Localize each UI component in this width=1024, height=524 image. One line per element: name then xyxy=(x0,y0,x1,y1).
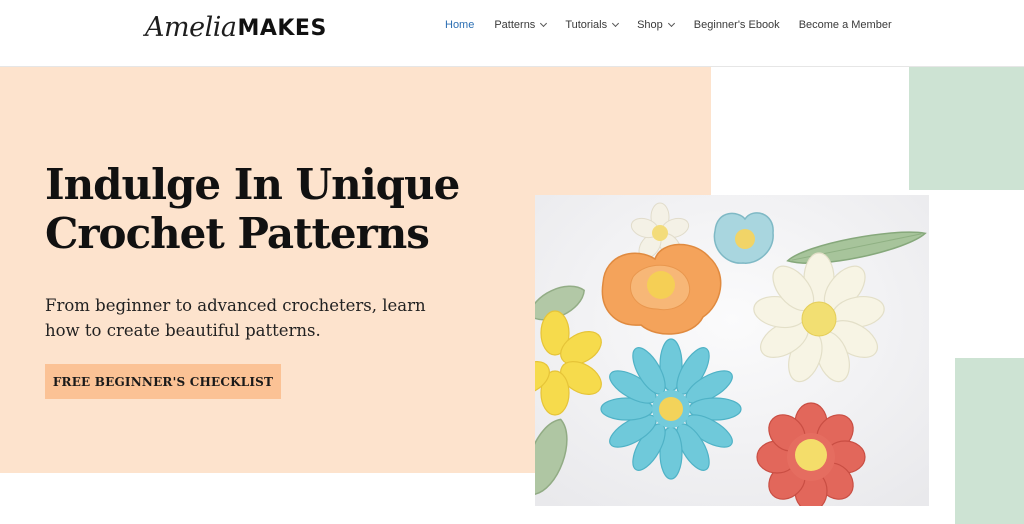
crochet-flowers-photo xyxy=(535,195,929,506)
decorative-green-block-bottom xyxy=(955,358,1024,524)
nav-tutorials[interactable]: Tutorials xyxy=(565,19,620,31)
nav-home-label: Home xyxy=(445,19,475,31)
hero-subtitle: From beginner to advanced crocheters, le… xyxy=(45,293,445,343)
decorative-green-block-top xyxy=(909,67,1024,190)
nav-become-member-label: Become a Member xyxy=(798,19,892,31)
nav-tutorials-label: Tutorials xyxy=(565,19,608,31)
chevron-down-icon xyxy=(540,19,548,28)
chevron-down-icon xyxy=(612,19,620,28)
nav-home[interactable]: Home xyxy=(445,19,474,31)
logo-script-text: Amelia xyxy=(145,12,237,43)
free-checklist-button[interactable]: FREE BEGINNER'S CHECKLIST xyxy=(45,364,281,399)
hero-title-line-2: Crochet Patterns xyxy=(45,209,430,258)
nav-become-member[interactable]: Become a Member xyxy=(799,19,892,31)
nav-beginners-ebook-label: Beginner's Ebook xyxy=(693,19,780,31)
hero-title: Indulge In Unique Crochet Patterns xyxy=(45,160,505,258)
chevron-down-icon xyxy=(667,19,675,28)
nav-shop-label: Shop xyxy=(637,19,663,31)
nav-beginners-ebook[interactable]: Beginner's Ebook xyxy=(694,19,780,31)
red-flower xyxy=(756,402,866,506)
hero-title-line-1: Indulge In Unique xyxy=(45,160,460,209)
site-header: Amelia MAKES Home Patterns Tutorials Sho… xyxy=(0,0,1024,67)
nav-shop[interactable]: Shop xyxy=(637,19,675,31)
main-nav: Home Patterns Tutorials Shop Beginner's … xyxy=(445,19,892,31)
nav-patterns-label: Patterns xyxy=(494,19,536,31)
logo-bold-text: MAKES xyxy=(237,16,327,41)
site-logo[interactable]: Amelia MAKES xyxy=(145,6,327,46)
hero-subtitle-line-2: how to create beautiful patterns. xyxy=(45,321,321,340)
blue-flower-small xyxy=(713,212,774,264)
hero-subtitle-line-1: From beginner to advanced crocheters, le… xyxy=(45,296,426,315)
nav-patterns[interactable]: Patterns xyxy=(494,19,548,31)
crochet-flowers-illustration xyxy=(535,195,929,506)
